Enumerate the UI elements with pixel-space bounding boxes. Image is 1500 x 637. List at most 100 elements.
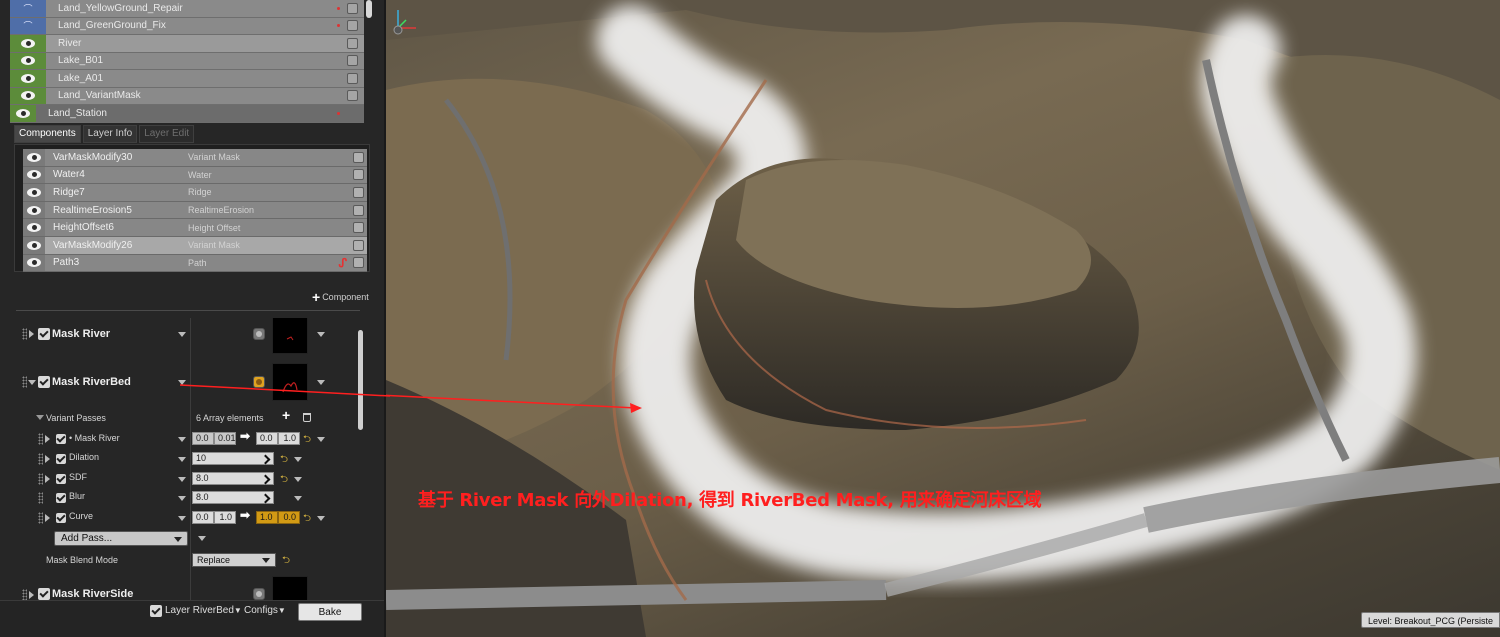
component-lock-checkbox[interactable]	[353, 222, 364, 234]
mask-river-thumbnail[interactable]	[272, 318, 308, 354]
component-row[interactable]: RealtimeErosion5 RealtimeErosion	[23, 201, 367, 220]
mask-blend-mode-select[interactable]: Replace	[192, 553, 276, 567]
component-row-selected[interactable]: VarMaskModify26 Variant Mask	[23, 236, 367, 255]
collapse-arrow-icon[interactable]	[36, 415, 44, 420]
reset-icon[interactable]: ⮌	[303, 511, 311, 528]
layer-row[interactable]: ⌒ Land_YellowGround_Repair	[10, 0, 364, 18]
component-visibility-toggle[interactable]	[23, 236, 45, 254]
output-min-field[interactable]: 0.0	[256, 432, 278, 445]
drag-handle-icon[interactable]	[38, 453, 43, 465]
drag-handle-icon[interactable]	[38, 433, 43, 445]
drag-handle-icon[interactable]	[38, 492, 43, 504]
component-visibility-toggle[interactable]	[23, 201, 45, 219]
component-visibility-toggle[interactable]	[23, 184, 45, 201]
pass-enable-checkbox[interactable]	[56, 493, 66, 503]
pass-type-dropdown[interactable]	[178, 437, 186, 442]
input-min-field[interactable]: 0.0	[192, 432, 214, 445]
layer-visibility-toggle[interactable]	[10, 105, 36, 122]
mask-river-channel-icon[interactable]	[253, 328, 265, 340]
drag-handle-icon[interactable]	[38, 512, 43, 524]
mask-riverside-channel-icon[interactable]	[253, 588, 265, 600]
layer-row[interactable]: Lake_A01	[10, 70, 364, 88]
mask-river-checkbox[interactable]	[38, 328, 50, 340]
component-row[interactable]: VarMaskModify30 Variant Mask	[23, 149, 367, 167]
tab-layer-info[interactable]: Layer Info	[82, 125, 138, 143]
layer-list-scrollbar[interactable]	[366, 0, 372, 18]
layer-visibility-toggle[interactable]	[10, 35, 46, 52]
reset-icon[interactable]: ⮌	[280, 452, 288, 469]
add-pass-options-arrow[interactable]	[198, 536, 206, 541]
component-lock-checkbox[interactable]	[353, 257, 364, 269]
drag-handle-icon[interactable]	[38, 473, 43, 485]
layer-lock-checkbox[interactable]	[347, 90, 358, 102]
tab-layer-edit[interactable]: Layer Edit	[139, 125, 195, 143]
drag-handle-icon[interactable]	[22, 328, 27, 340]
expand-arrow-icon[interactable]	[45, 455, 50, 463]
layer-row[interactable]: Land_VariantMask	[10, 87, 364, 105]
component-visibility-toggle[interactable]	[23, 149, 45, 166]
3d-viewport[interactable]: 基于 River Mask 向外Dilation, 得到 RiverBed Ma…	[386, 0, 1500, 637]
layer-selector[interactable]: Layer RiverBed▼	[165, 605, 242, 616]
trash-icon[interactable]	[303, 413, 311, 422]
output-max-field[interactable]: 1.0	[278, 432, 300, 445]
pass-enable-checkbox[interactable]	[56, 434, 66, 444]
mask-river-thumbnail-arrow[interactable]	[317, 332, 325, 337]
configs-menu[interactable]: Configs▼	[244, 605, 286, 616]
layer-lock-checkbox[interactable]	[347, 55, 358, 67]
layer-lock-checkbox[interactable]	[347, 72, 358, 84]
component-lock-checkbox[interactable]	[353, 169, 364, 181]
mask-riverside-checkbox[interactable]	[38, 588, 50, 600]
add-pass-dropdown[interactable]: Add Pass...	[54, 531, 188, 546]
layer-row[interactable]: ⌒ Land_GreenGround_Fix	[10, 17, 364, 35]
component-lock-checkbox[interactable]	[353, 186, 364, 198]
layer-visibility-toggle[interactable]	[10, 52, 46, 69]
expand-arrow-icon[interactable]	[45, 475, 50, 483]
layer-visibility-toggle[interactable]	[10, 87, 46, 104]
expand-arrow-icon[interactable]	[29, 591, 34, 599]
pass-options-arrow[interactable]	[294, 496, 302, 501]
mask-riverbed-checkbox[interactable]	[38, 376, 50, 388]
reset-icon[interactable]: ⮌	[280, 472, 288, 489]
pass-options-arrow[interactable]	[294, 477, 302, 482]
pass-enable-checkbox[interactable]	[56, 474, 66, 484]
component-row[interactable]: Ridge7 Ridge	[23, 184, 367, 202]
layer-toggle-checkbox[interactable]	[150, 605, 162, 617]
component-lock-checkbox[interactable]	[353, 239, 364, 251]
drag-handle-icon[interactable]	[22, 589, 27, 600]
pass-options-arrow[interactable]	[317, 516, 325, 521]
expand-arrow-icon[interactable]	[29, 330, 34, 338]
expand-arrow-icon[interactable]	[45, 435, 50, 443]
pass-enable-checkbox[interactable]	[56, 513, 66, 523]
reset-icon[interactable]: ⮌	[303, 432, 311, 449]
component-row[interactable]: Water4 Water	[23, 166, 367, 185]
component-lock-checkbox[interactable]	[353, 204, 364, 216]
layer-lock-checkbox[interactable]	[347, 37, 358, 49]
layer-lock-checkbox[interactable]	[347, 2, 358, 14]
reset-icon[interactable]: ⮌	[282, 553, 290, 570]
curve-output-min-field[interactable]: 1.0	[256, 511, 278, 524]
curve-input-min-field[interactable]: 0.0	[192, 511, 214, 524]
component-row[interactable]: HeightOffset6 Height Offset	[23, 219, 367, 237]
curve-output-max-field[interactable]: 0.0	[278, 511, 300, 524]
pass-options-arrow[interactable]	[317, 437, 325, 442]
component-row[interactable]: Path3 Path ᔑ	[23, 254, 367, 273]
layer-row[interactable]: Land_Station	[10, 105, 364, 123]
pass-type-dropdown[interactable]	[178, 516, 186, 521]
tab-components[interactable]: Components	[14, 125, 81, 143]
mask-river-dropdown-arrow[interactable]	[178, 332, 186, 337]
pass-enable-checkbox[interactable]	[56, 454, 66, 464]
component-visibility-toggle[interactable]	[23, 219, 45, 236]
curve-input-max-field[interactable]: 1.0	[214, 511, 236, 524]
pass-type-dropdown[interactable]	[178, 496, 186, 501]
drag-handle-icon[interactable]	[22, 376, 27, 388]
bake-button[interactable]: Bake	[298, 603, 362, 621]
component-visibility-toggle[interactable]	[23, 254, 45, 272]
component-lock-checkbox[interactable]	[353, 151, 364, 163]
pass-type-dropdown[interactable]	[178, 477, 186, 482]
expand-arrow-icon[interactable]	[45, 514, 50, 522]
layer-row-selected[interactable]: River	[10, 35, 364, 53]
layer-visibility-toggle[interactable]	[10, 70, 46, 87]
layer-lock-checkbox[interactable]	[347, 20, 358, 32]
input-max-field[interactable]: 0.01	[214, 432, 236, 445]
pass-type-dropdown[interactable]	[178, 457, 186, 462]
